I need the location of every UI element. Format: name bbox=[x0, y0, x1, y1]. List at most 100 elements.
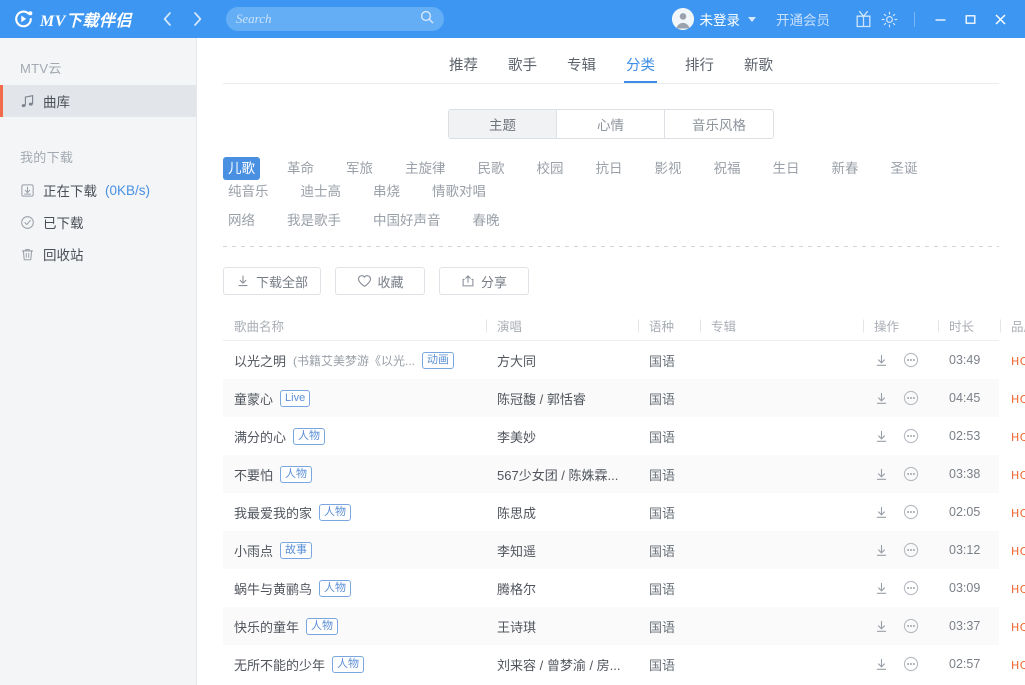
sidebar-item-recycle[interactable]: 回收站 bbox=[0, 238, 196, 270]
tag-zhufu[interactable]: 祝福 bbox=[709, 157, 746, 180]
user-menu[interactable]: 未登录 bbox=[672, 8, 757, 30]
table-row[interactable]: 我最爱我的家 人物 陈思成 国语 bbox=[223, 493, 999, 531]
minimize-button[interactable] bbox=[925, 6, 955, 32]
tag-geming[interactable]: 革命 bbox=[282, 157, 319, 180]
table-row[interactable]: 不要怕 人物 567少女团 / 陈姝霖... 国语 bbox=[223, 455, 999, 493]
tag-ergetag[interactable]: 儿歌 bbox=[223, 157, 260, 180]
tag-row-1: 儿歌 革命 军旅 主旋律 民歌 校园 抗日 影视 祝福 生日 新春 圣诞 纯音乐… bbox=[223, 157, 999, 203]
share-button[interactable]: 分享 bbox=[439, 267, 529, 295]
row-more-icon[interactable] bbox=[903, 428, 919, 444]
tag-zhongguohaoshengyin[interactable]: 中国好声音 bbox=[368, 209, 446, 232]
cell-singer: 方大同 bbox=[486, 351, 638, 370]
songs-table: 歌曲名称 演唱 语种 专辑 操作 时长 品质 以光之明 (书籍艾美梦游《以光..… bbox=[223, 311, 999, 685]
cell-singer: 567少女团 / 陈姝霖... bbox=[486, 465, 638, 484]
tab-singers[interactable]: 歌手 bbox=[508, 58, 537, 83]
row-more-icon[interactable] bbox=[903, 656, 919, 672]
row-download-icon[interactable] bbox=[874, 657, 889, 672]
tag-wangluo[interactable]: 网络 bbox=[223, 209, 260, 232]
favorite-label: 收藏 bbox=[378, 272, 404, 291]
table-row[interactable]: 快乐的童年 人物 王诗琪 国语 bbox=[223, 607, 999, 645]
tag-shengdan[interactable]: 圣诞 bbox=[886, 157, 923, 180]
row-download-icon[interactable] bbox=[874, 581, 889, 596]
tab-recommend[interactable]: 推荐 bbox=[449, 58, 478, 83]
avatar bbox=[672, 8, 694, 30]
maximize-button[interactable] bbox=[955, 6, 985, 32]
sidebar-item-downloaded[interactable]: 已下载 bbox=[0, 206, 196, 238]
segment-genre[interactable]: 音乐风格 bbox=[665, 110, 773, 138]
row-more-icon[interactable] bbox=[903, 618, 919, 634]
gift-icon[interactable] bbox=[850, 6, 876, 32]
song-title: 不要怕 bbox=[234, 465, 273, 484]
app-logo: MV下载伴侣 bbox=[0, 7, 132, 31]
tag-zhuxuanlv[interactable]: 主旋律 bbox=[400, 157, 451, 180]
tag-junlv[interactable]: 军旅 bbox=[341, 157, 378, 180]
row-download-icon[interactable] bbox=[874, 429, 889, 444]
cell-duration: 03:49 bbox=[938, 353, 1000, 367]
vip-link[interactable]: 开通会员 bbox=[776, 9, 830, 29]
row-more-icon[interactable] bbox=[903, 542, 919, 558]
download-all-button[interactable]: 下载全部 bbox=[223, 267, 321, 295]
song-title: 快乐的童年 bbox=[234, 617, 299, 636]
row-download-icon[interactable] bbox=[874, 391, 889, 406]
cell-language: 国语 bbox=[638, 351, 700, 370]
tag-xinchun[interactable]: 新春 bbox=[827, 157, 864, 180]
chevron-right-icon[interactable] bbox=[188, 8, 208, 30]
sidebar-group-cloud: MTV云 bbox=[0, 58, 196, 85]
table-row[interactable]: 无所不能的少年 人物 刘来容 / 曾梦渝 / 房... 国语 bbox=[223, 645, 999, 683]
close-button[interactable] bbox=[985, 6, 1015, 32]
tag-minge[interactable]: 民歌 bbox=[473, 157, 510, 180]
row-more-icon[interactable] bbox=[903, 390, 919, 406]
song-badge: 故事 bbox=[280, 542, 312, 559]
titlebar-divider bbox=[914, 12, 915, 27]
row-more-icon[interactable] bbox=[903, 504, 919, 520]
row-more-icon[interactable] bbox=[903, 466, 919, 482]
table-row[interactable]: 满分的心 人物 李美妙 国语 bbox=[223, 417, 999, 455]
tag-dishigao[interactable]: 迪士高 bbox=[296, 180, 347, 203]
tag-chuanshao[interactable]: 串烧 bbox=[368, 180, 405, 203]
segment-mood[interactable]: 心情 bbox=[557, 110, 665, 138]
row-download-icon[interactable] bbox=[874, 505, 889, 520]
tag-kangri[interactable]: 抗日 bbox=[591, 157, 628, 180]
song-title: 满分的心 bbox=[234, 427, 286, 446]
search-icon[interactable] bbox=[420, 10, 434, 29]
tag-xiaoyuan[interactable]: 校园 bbox=[532, 157, 569, 180]
tab-ranking[interactable]: 排行 bbox=[685, 58, 714, 83]
table-row[interactable]: 小雨点 故事 李知遥 国语 bbox=[223, 531, 999, 569]
search-input[interactable] bbox=[236, 8, 420, 30]
sidebar-item-library[interactable]: 曲库 bbox=[0, 85, 196, 117]
row-download-icon[interactable] bbox=[874, 353, 889, 368]
song-title: 我最爱我的家 bbox=[234, 503, 312, 522]
favorite-button[interactable]: 收藏 bbox=[335, 267, 425, 295]
row-download-icon[interactable] bbox=[874, 619, 889, 634]
table-row[interactable]: 童蒙心 Live 陈冠馥 / 郭恬睿 国语 bbox=[223, 379, 999, 417]
tag-woshigeshou[interactable]: 我是歌手 bbox=[282, 209, 346, 232]
quality-badge: HQ bbox=[1011, 469, 1025, 482]
segment-theme[interactable]: 主题 bbox=[449, 110, 557, 138]
row-download-icon[interactable] bbox=[874, 543, 889, 558]
sidebar-item-downloading[interactable]: 正在下载(0KB/s) bbox=[0, 174, 196, 206]
tab-albums[interactable]: 专辑 bbox=[567, 58, 596, 83]
row-more-icon[interactable] bbox=[903, 580, 919, 596]
tag-chunyinyue[interactable]: 纯音乐 bbox=[223, 180, 274, 203]
column-duration: 时长 bbox=[938, 316, 1000, 335]
user-name: 未登录 bbox=[700, 9, 741, 29]
column-operation: 操作 bbox=[863, 316, 938, 335]
cell-singer: 王诗琪 bbox=[486, 617, 638, 636]
gear-icon[interactable] bbox=[876, 6, 902, 32]
row-more-icon[interactable] bbox=[903, 352, 919, 368]
tag-yingshi[interactable]: 影视 bbox=[650, 157, 687, 180]
cell-language: 国语 bbox=[638, 427, 700, 446]
search-box[interactable] bbox=[226, 7, 444, 31]
table-header: 歌曲名称 演唱 语种 专辑 操作 时长 品质 bbox=[223, 311, 999, 341]
chevron-left-icon[interactable] bbox=[158, 8, 178, 30]
song-subtitle: (书籍艾美梦游《以光... bbox=[293, 352, 415, 369]
tag-chunwan[interactable]: 春晚 bbox=[468, 209, 505, 232]
tab-newsongs[interactable]: 新歌 bbox=[744, 58, 773, 83]
row-download-icon[interactable] bbox=[874, 467, 889, 482]
table-row[interactable]: 蜗牛与黄鹂鸟 人物 腾格尔 国语 bbox=[223, 569, 999, 607]
table-row[interactable]: 以光之明 (书籍艾美梦游《以光... 动画 方大同 国语 bbox=[223, 341, 999, 379]
tag-shengri[interactable]: 生日 bbox=[768, 157, 805, 180]
tag-qingge-duichang[interactable]: 情歌对唱 bbox=[427, 180, 491, 203]
cell-duration: 02:05 bbox=[938, 505, 1000, 519]
tab-categories[interactable]: 分类 bbox=[626, 58, 655, 83]
